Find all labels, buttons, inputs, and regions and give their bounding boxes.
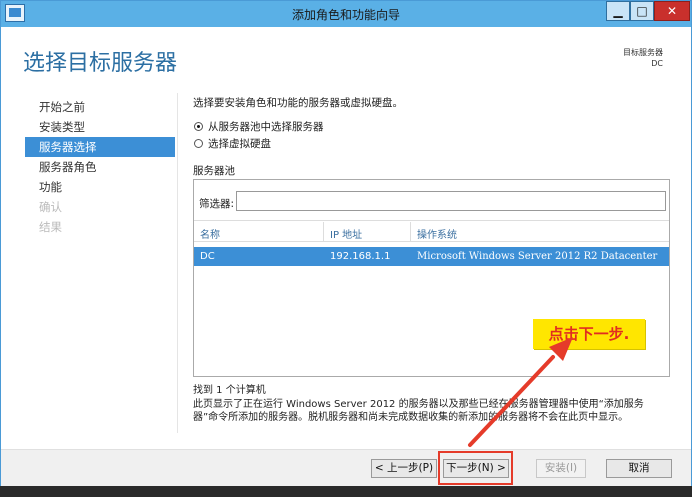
taskbar [0,486,692,497]
wizard-window: 添加角色和功能向导 ▁ □ ✕ 选择目标服务器 目标服务器 DC 开始之前 安装… [0,0,692,497]
pointer-arrow-icon [468,337,573,447]
